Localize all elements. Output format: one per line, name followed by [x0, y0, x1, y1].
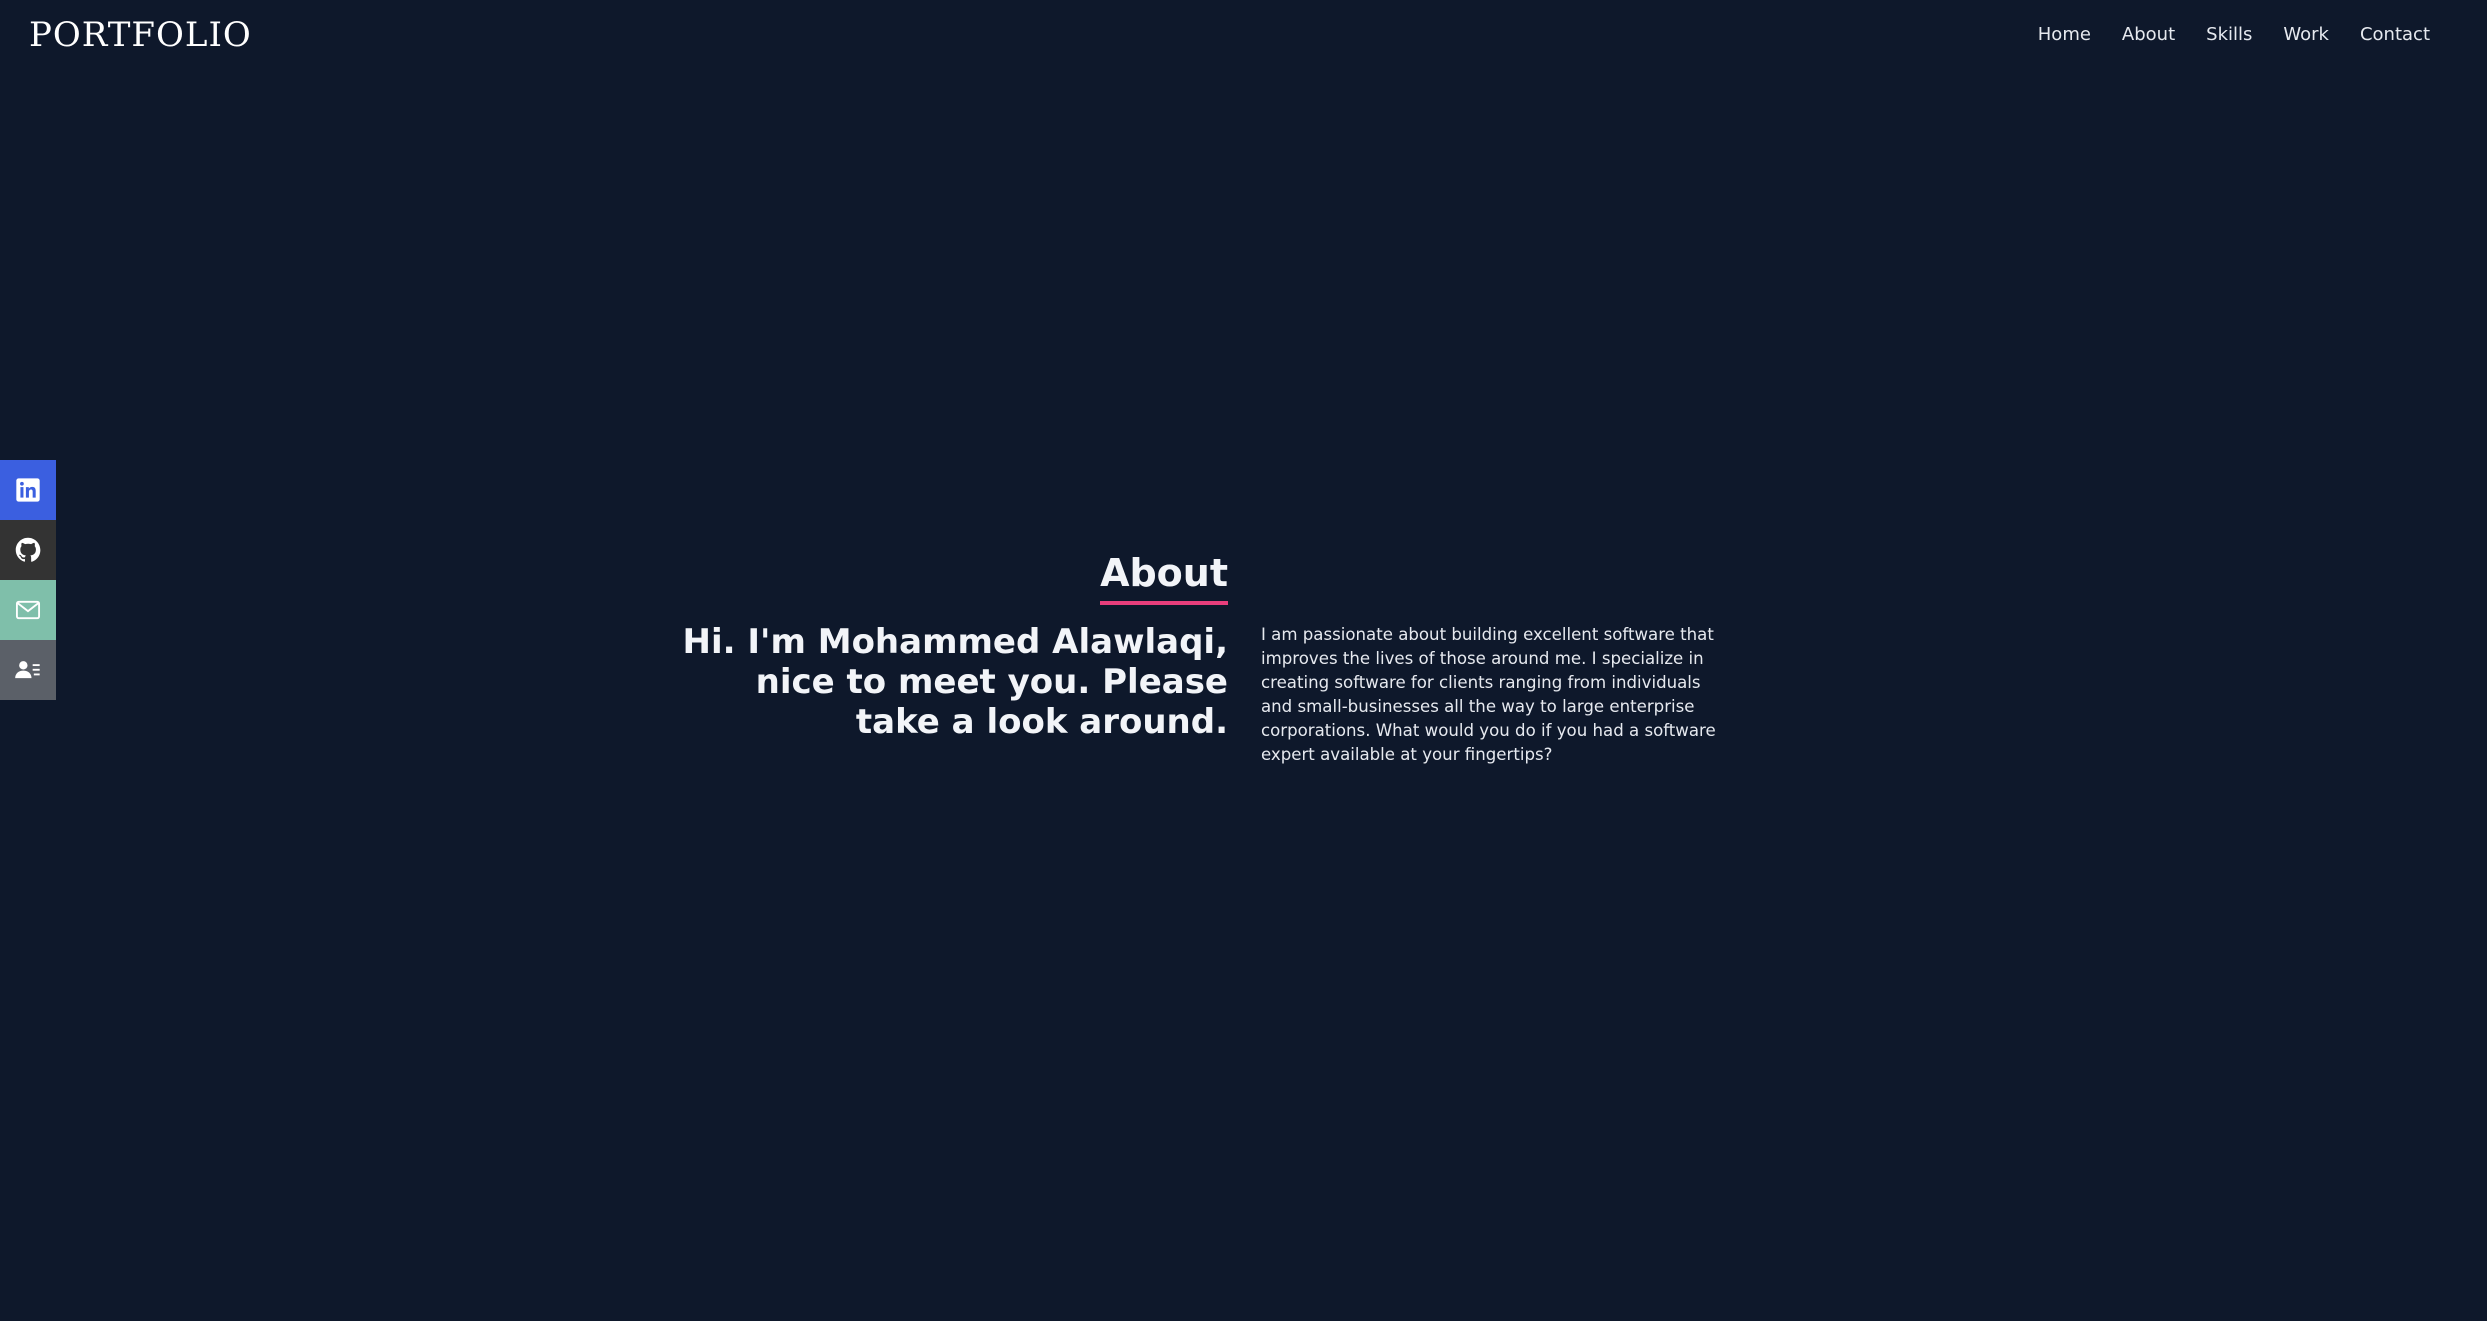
nav-contact[interactable]: Contact	[2360, 22, 2430, 48]
github-icon	[15, 537, 41, 562]
about-greeting: Hi. I'm Mohammed Alawlaqi, nice to meet …	[682, 622, 1228, 742]
social-sidebar	[0, 460, 56, 700]
email-link[interactable]	[0, 580, 56, 640]
about-title: About	[1100, 548, 1228, 605]
linkedin-icon	[16, 478, 40, 502]
mail-icon	[15, 600, 41, 620]
nav-work[interactable]: Work	[2283, 22, 2329, 48]
page: PORTFOLIO Home About Skills Work Contact	[0, 0, 2487, 1321]
about-bio: I am passionate about building excellent…	[1261, 625, 1716, 764]
nav-home[interactable]: Home	[2038, 22, 2091, 48]
github-link[interactable]	[0, 520, 56, 580]
resume-icon	[15, 661, 40, 679]
nav-about[interactable]: About	[2122, 22, 2175, 48]
logo[interactable]: PORTFOLIO	[29, 14, 252, 56]
resume-link[interactable]	[0, 640, 56, 700]
nav-skills[interactable]: Skills	[2206, 22, 2252, 48]
main-nav: Home About Skills Work Contact	[2007, 22, 2430, 48]
linkedin-link[interactable]	[0, 460, 56, 520]
